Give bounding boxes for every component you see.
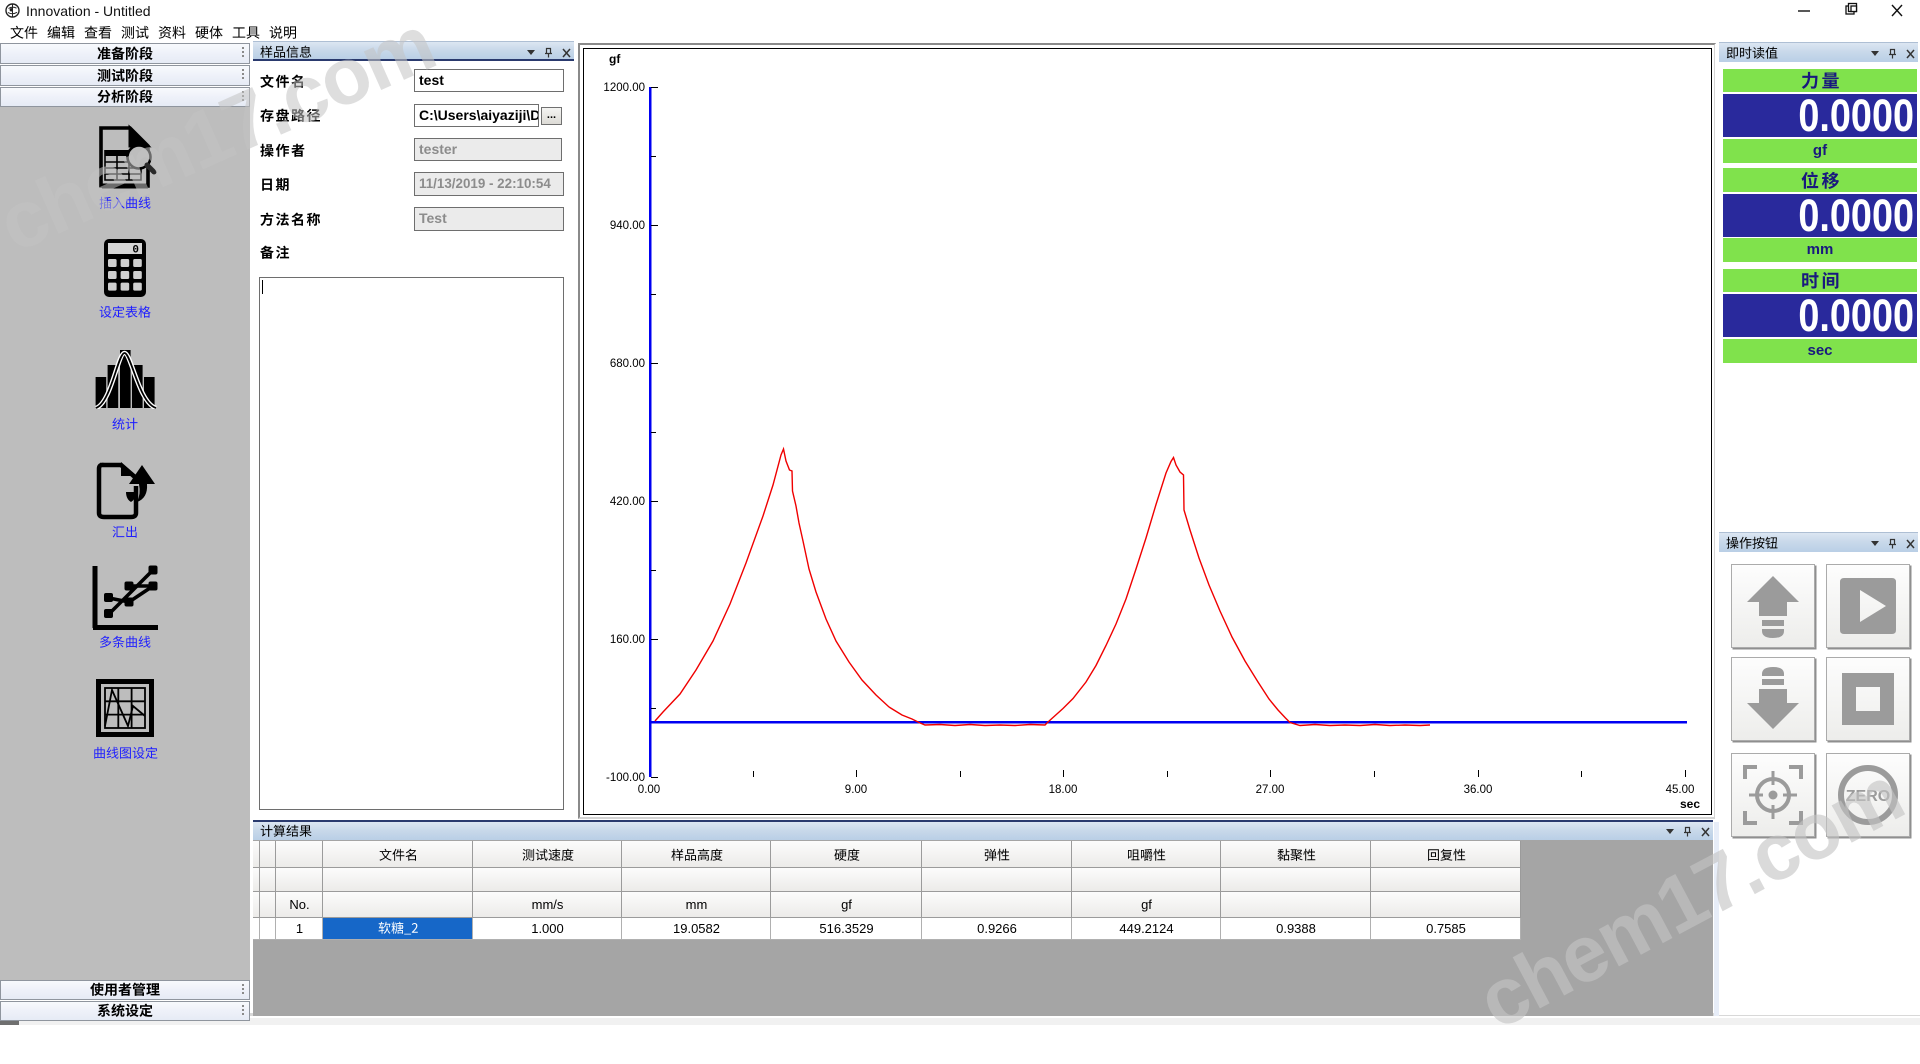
svg-text:27.00: 27.00 [1256,784,1285,796]
svg-text:36.00: 36.00 [1464,784,1493,796]
svg-text:18.00: 18.00 [1049,784,1078,796]
svg-text:9.00: 9.00 [845,784,867,796]
svg-text:-100.00: -100.00 [606,772,645,784]
svg-text:0: 0 [132,245,139,257]
svg-text:420.00: 420.00 [610,496,645,508]
svg-text:160.00: 160.00 [610,634,645,646]
svg-text:940.00: 940.00 [610,220,645,232]
svg-text:680.00: 680.00 [610,358,645,370]
svg-text:0.00: 0.00 [638,784,660,796]
svg-text:45.00: 45.00 [1666,784,1695,796]
svg-text:1200.00: 1200.00 [603,82,645,94]
svg-text:gf: gf [609,52,621,66]
svg-text:sec: sec [1680,797,1700,811]
